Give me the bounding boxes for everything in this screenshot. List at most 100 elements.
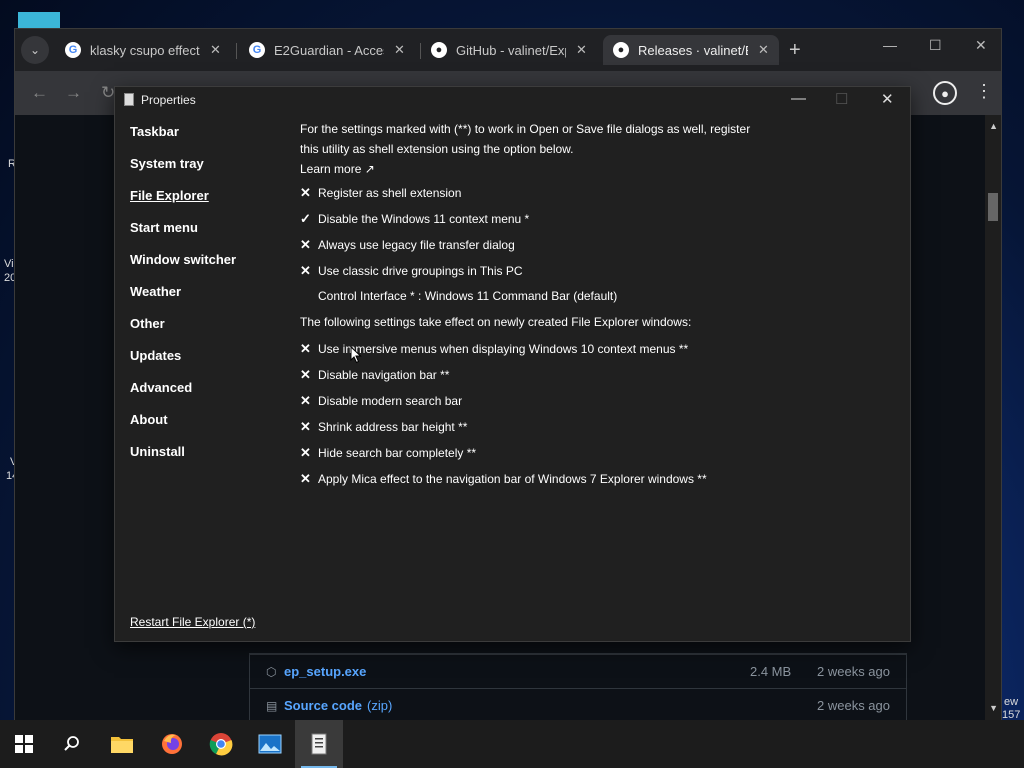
- desktop-text: ew: [1004, 696, 1019, 708]
- option-label: Use classic drive groupings in This PC: [318, 264, 523, 278]
- option-label: Shrink address bar height **: [318, 420, 468, 434]
- forward-arrow-icon[interactable]: →: [65, 83, 82, 103]
- scroll-thumb[interactable]: [988, 193, 998, 221]
- asset-row[interactable]: ▤ Source code (zip) 2 weeks ago: [250, 688, 906, 722]
- close-icon[interactable]: ✕: [210, 42, 221, 58]
- back-arrow-icon[interactable]: ←: [31, 83, 48, 103]
- option-label: Disable navigation bar **: [318, 368, 450, 382]
- title-bar[interactable]: Properties — ☐ ✕: [115, 87, 910, 113]
- option-classic-drive-groupings[interactable]: ✕ Use classic drive groupings in This PC: [300, 263, 523, 279]
- nav-item-updates[interactable]: Updates: [130, 348, 181, 363]
- file-explorer-button[interactable]: [98, 720, 146, 768]
- nav-item-system-tray[interactable]: System tray: [130, 156, 204, 171]
- option-mark: ✕: [300, 445, 311, 460]
- section-note: The following settings take effect on ne…: [300, 315, 692, 329]
- close-window-icon[interactable]: ✕: [975, 37, 987, 54]
- browser-tab[interactable]: G E2Guardian - Access ✕: [239, 35, 417, 65]
- option-label: Disable the Windows 11 context menu *: [318, 212, 530, 226]
- tab-label: klasky csupo effects: [90, 42, 200, 58]
- intro-text-line: For the settings marked with (**) to wor…: [300, 122, 751, 136]
- nav-item-taskbar[interactable]: Taskbar: [130, 124, 179, 139]
- option-hide-search-bar[interactable]: ✕ Hide search bar completely **: [300, 445, 476, 461]
- more-menu-icon[interactable]: ⋮: [975, 81, 993, 102]
- search-icon: [64, 736, 79, 751]
- asset-size: 2.4 MB: [750, 664, 792, 679]
- option-mark: ✕: [300, 341, 311, 356]
- maximize-icon: ☐: [835, 91, 849, 108]
- close-icon[interactable]: ✕: [576, 42, 587, 58]
- option-label: Apply Mica effect to the navigation bar …: [318, 472, 707, 486]
- asset-link[interactable]: Source code: [284, 698, 362, 713]
- profile-avatar-icon[interactable]: ●: [933, 81, 957, 105]
- scroll-down-icon[interactable]: ▼: [989, 703, 998, 713]
- option-legacy-file-transfer[interactable]: ✕ Always use legacy file transfer dialog: [300, 237, 515, 253]
- browser-tab[interactable]: ● GitHub - valinet/Expl ✕: [421, 35, 599, 65]
- release-assets-list: ⬡ ep_setup.exe 2.4 MB 2 weeks ago ▤ Sour…: [249, 653, 907, 721]
- close-icon[interactable]: ✕: [394, 42, 405, 58]
- asset-link[interactable]: ep_setup.exe: [284, 664, 366, 679]
- google-icon: G: [249, 42, 265, 58]
- option-mark: ✕: [300, 263, 311, 278]
- option-mark: ✕: [300, 471, 311, 486]
- nav-item-uninstall[interactable]: Uninstall: [130, 444, 185, 459]
- close-icon[interactable]: ✕: [881, 90, 894, 108]
- firefox-icon: [162, 734, 182, 754]
- option-mark: ✕: [300, 393, 311, 408]
- option-label: Always use legacy file transfer dialog: [318, 238, 515, 252]
- option-disable-navigation-bar[interactable]: ✕ Disable navigation bar **: [300, 367, 449, 383]
- photos-button[interactable]: [246, 720, 294, 768]
- learn-more-link[interactable]: Learn more ↗: [300, 159, 880, 179]
- option-mark: ✕: [300, 185, 311, 200]
- option-label: Use immersive menus when displaying Wind…: [318, 342, 689, 356]
- asset-link-suffix[interactable]: (zip): [367, 698, 392, 713]
- tab-label: GitHub - valinet/Expl: [456, 42, 566, 58]
- minimize-icon[interactable]: —: [883, 37, 897, 53]
- browser-tab[interactable]: G klasky csupo effects ✕: [55, 35, 233, 65]
- desktop-text: Vi: [4, 258, 14, 270]
- chrome-button[interactable]: [197, 720, 245, 768]
- close-icon[interactable]: ✕: [758, 42, 769, 58]
- asset-date: 2 weeks ago: [817, 698, 890, 713]
- asset-row[interactable]: ⬡ ep_setup.exe 2.4 MB 2 weeks ago: [250, 654, 906, 688]
- option-disable-modern-search[interactable]: ✕ Disable modern search bar: [300, 393, 462, 409]
- tab-label: E2Guardian - Access: [274, 42, 384, 58]
- nav-item-other[interactable]: Other: [130, 316, 165, 331]
- firefox-button[interactable]: [148, 720, 196, 768]
- properties-window: Properties — ☐ ✕ Taskbar System tray Fil…: [114, 86, 911, 642]
- restart-file-explorer-link[interactable]: Restart File Explorer (*): [130, 615, 255, 629]
- option-label: Control Interface * : Windows 11 Command…: [318, 289, 618, 303]
- start-button[interactable]: [0, 720, 48, 768]
- nav-item-advanced[interactable]: Advanced: [130, 380, 192, 395]
- file-zip-icon: ▤: [266, 698, 278, 713]
- intro-text-line: this utility as shell extension using th…: [300, 142, 574, 156]
- search-button[interactable]: [48, 720, 96, 768]
- minimize-icon[interactable]: —: [791, 90, 806, 107]
- tab-strip: ⌄ G klasky csupo effects ✕ G E2Guardian …: [15, 29, 1001, 71]
- scroll-up-icon[interactable]: ▲: [989, 121, 998, 131]
- nav-item-file-explorer[interactable]: File Explorer: [130, 188, 209, 203]
- maximize-icon[interactable]: ☐: [929, 37, 942, 54]
- browser-tab-active[interactable]: ● Releases · valinet/Exp ✕: [603, 35, 779, 65]
- option-control-interface[interactable]: Control Interface * : Windows 11 Command…: [300, 289, 617, 303]
- option-mark: ✕: [300, 237, 311, 252]
- github-icon: ●: [431, 42, 447, 58]
- tab-search-button[interactable]: ⌄: [21, 36, 49, 64]
- new-tab-icon[interactable]: +: [789, 39, 801, 62]
- option-register-shell-extension[interactable]: ✕ Register as shell extension: [300, 185, 461, 201]
- github-icon: ●: [613, 42, 629, 58]
- option-disable-win11-context-menu[interactable]: ✓ Disable the Windows 11 context menu *: [300, 211, 529, 227]
- option-shrink-address-bar[interactable]: ✕ Shrink address bar height **: [300, 419, 467, 435]
- nav-item-about[interactable]: About: [130, 412, 168, 427]
- nav-item-window-switcher[interactable]: Window switcher: [130, 252, 236, 267]
- window-title: Properties: [141, 93, 196, 107]
- asset-date: 2 weeks ago: [817, 664, 890, 679]
- folder-icon: [111, 737, 133, 753]
- nav-item-weather[interactable]: Weather: [130, 284, 181, 299]
- option-mark: ✕: [300, 419, 311, 434]
- option-mica-effect[interactable]: ✕ Apply Mica effect to the navigation ba…: [300, 471, 707, 487]
- nav-item-start-menu[interactable]: Start menu: [130, 220, 198, 235]
- chrome-icon: [209, 733, 233, 756]
- option-label: Register as shell extension: [318, 186, 462, 200]
- properties-app-button[interactable]: [295, 720, 343, 768]
- windows-logo-icon: [15, 735, 33, 753]
